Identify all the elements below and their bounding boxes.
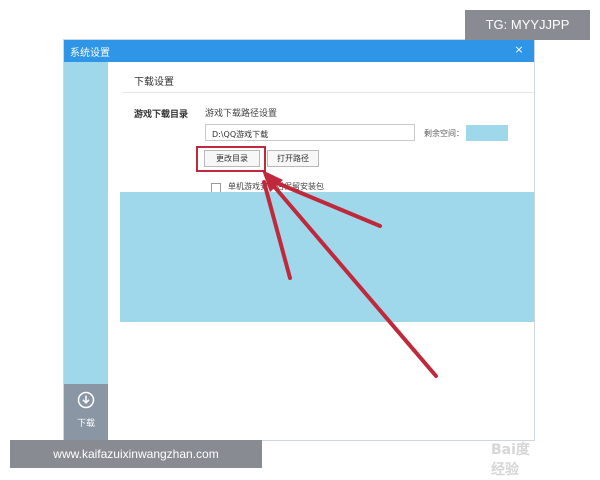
annotation-arrows xyxy=(262,170,438,378)
url-overlay: www.kaifazuixinwangzhan.com xyxy=(10,440,262,468)
arrow-line-3 xyxy=(270,182,438,378)
arrow-line-1 xyxy=(262,180,292,280)
tg-tag-overlay: TG: MYYJJPP xyxy=(465,10,590,40)
